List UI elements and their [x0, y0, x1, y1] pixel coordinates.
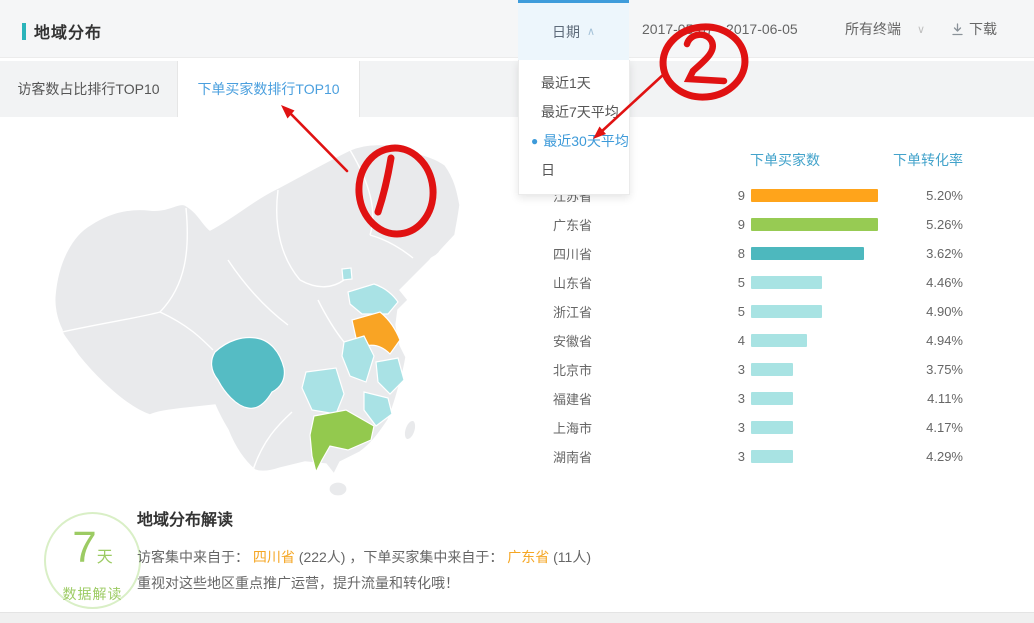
download-label: 下载: [969, 19, 997, 39]
conversion-value: 4.17%: [884, 420, 963, 435]
rank-row: 福建省 3 4.11%: [520, 384, 963, 413]
ranking-panel: 下单买家数 下单转化率 江苏省 9 5.20% 广东省 9 5.26% 四川省 …: [520, 150, 963, 471]
badge-caption: 数据解读: [46, 584, 139, 604]
province-label: 广东省: [520, 215, 592, 234]
buyers-value: 5: [592, 304, 745, 319]
terminal-filter-label: 所有终端: [845, 19, 901, 39]
buyers-value: 9: [592, 217, 745, 232]
buyers-bar: [751, 450, 793, 463]
buyers-bar: [751, 334, 807, 347]
rank-row: 山东省 5 4.46%: [520, 268, 963, 297]
rank-row: 安徽省 4 4.94%: [520, 326, 963, 355]
date-option[interactable]: ● 最近1天: [519, 68, 629, 97]
buyers-value: 4: [592, 333, 745, 348]
title-accent-bar: [22, 23, 26, 40]
tab-order-buyers-top10[interactable]: 下单买家数排行TOP10: [178, 61, 360, 117]
province-label: 山东省: [520, 273, 592, 292]
page-header: 地域分布 2017-05-07 - 2017-06-05 所有终端 ∨ 下载: [0, 0, 1034, 58]
rank-rows: 江苏省 9 5.20% 广东省 9 5.26% 四川省 8 3.62% 山东省 …: [520, 181, 963, 471]
buyers-value: 8: [592, 246, 745, 261]
visitor-province-link[interactable]: 四川省: [253, 549, 295, 565]
conversion-value: 5.26%: [884, 217, 963, 232]
date-dropdown-button[interactable]: 日期 ∧: [518, 0, 629, 60]
map-province-beijing: [342, 268, 352, 280]
buyers-bar: [751, 392, 793, 405]
rank-row: 广东省 9 5.26%: [520, 210, 963, 239]
insight-line-1: 访客集中来自于： 四川省 (222人) ，下单买家集中来自于： 广东省 (11人…: [137, 544, 697, 570]
rank-row: 浙江省 5 4.90%: [520, 297, 963, 326]
selected-dot-icon: ●: [531, 134, 538, 148]
chevron-down-icon: ∨: [917, 23, 925, 36]
buyers-value: 3: [592, 449, 745, 464]
province-label: 福建省: [520, 389, 592, 408]
page-title-wrap: 地域分布: [22, 19, 102, 43]
insight-line-2: 重视对这些地区重点推广运营，提升流量和转化哦！: [137, 570, 697, 596]
map-country-shape: [55, 145, 460, 475]
download-button[interactable]: 下载: [950, 0, 997, 58]
conversion-value: 4.90%: [884, 304, 963, 319]
map-hainan: [329, 482, 347, 496]
chevron-up-icon: ∧: [587, 25, 595, 38]
badge-day-unit: 天: [97, 549, 113, 566]
buyers-value: 5: [592, 275, 745, 290]
tab-visitor-ratio-top10[interactable]: 访客数占比排行TOP10: [0, 61, 178, 117]
conversion-value: 3.62%: [884, 246, 963, 261]
date-option-label: 日: [531, 160, 555, 180]
conversion-value: 4.46%: [884, 275, 963, 290]
date-option-label: 最近7天平均: [531, 102, 619, 122]
buyers-bar: [751, 189, 878, 202]
date-range-display[interactable]: 2017-05-07 - 2017-06-05: [642, 0, 798, 58]
china-map: [38, 140, 508, 500]
date-option-label: 最近1天: [531, 73, 591, 93]
conversion-value: 5.20%: [884, 188, 963, 203]
rank-row: 北京市 3 3.75%: [520, 355, 963, 384]
buyers-bar: [751, 218, 878, 231]
date-dropdown-label: 日期: [552, 22, 580, 42]
rank-row: 四川省 8 3.62%: [520, 239, 963, 268]
province-label: 上海市: [520, 418, 592, 437]
download-icon: [950, 22, 965, 37]
insight-heading: 地域分布解读: [137, 506, 697, 530]
rank-row: 湖南省 3 4.29%: [520, 442, 963, 471]
footer-strip: [0, 612, 1034, 623]
insight-badge: 7天 数据解读: [44, 512, 141, 609]
map-taiwan: [402, 419, 418, 441]
buyer-province-link[interactable]: 广东省: [507, 549, 549, 565]
buyers-bar: [751, 305, 822, 318]
buyers-value: 3: [592, 362, 745, 377]
conversion-value: 4.29%: [884, 449, 963, 464]
date-option[interactable]: ● 最近7天平均: [519, 97, 629, 126]
insight-text-block: 地域分布解读 访客集中来自于： 四川省 (222人) ，下单买家集中来自于： 广…: [137, 506, 697, 596]
province-label: 四川省: [520, 244, 592, 263]
tab-bar: 访客数占比排行TOP10 下单买家数排行TOP10: [0, 61, 1034, 117]
province-label: 安徽省: [520, 331, 592, 350]
buyers-bar: [751, 421, 793, 434]
conversion-value: 4.11%: [884, 391, 963, 406]
page-title: 地域分布: [34, 19, 102, 43]
badge-days: 7: [72, 523, 96, 572]
buyers-value: 3: [592, 420, 745, 435]
buyers-bar: [751, 276, 822, 289]
buyers-bar: [751, 363, 793, 376]
buyers-bar: [751, 247, 864, 260]
column-header-buyers: 下单买家数: [750, 150, 820, 170]
conversion-value: 4.94%: [884, 333, 963, 348]
date-dropdown-panel: ● 最近1天 ● 最近7天平均 ● 最近30天平均 ● 日: [518, 60, 630, 195]
province-label: 湖南省: [520, 447, 592, 466]
buyers-value: 3: [592, 391, 745, 406]
date-option[interactable]: ● 日: [519, 155, 629, 184]
province-label: 北京市: [520, 360, 592, 379]
conversion-value: 3.75%: [884, 362, 963, 377]
province-label: 浙江省: [520, 302, 592, 321]
rank-row: 上海市 3 4.17%: [520, 413, 963, 442]
date-option[interactable]: ● 最近30天平均: [519, 126, 629, 155]
date-option-label: 最近30天平均: [543, 131, 629, 151]
terminal-filter-dropdown[interactable]: 所有终端 ∨: [845, 0, 925, 58]
column-header-conversion: 下单转化率: [893, 150, 963, 170]
